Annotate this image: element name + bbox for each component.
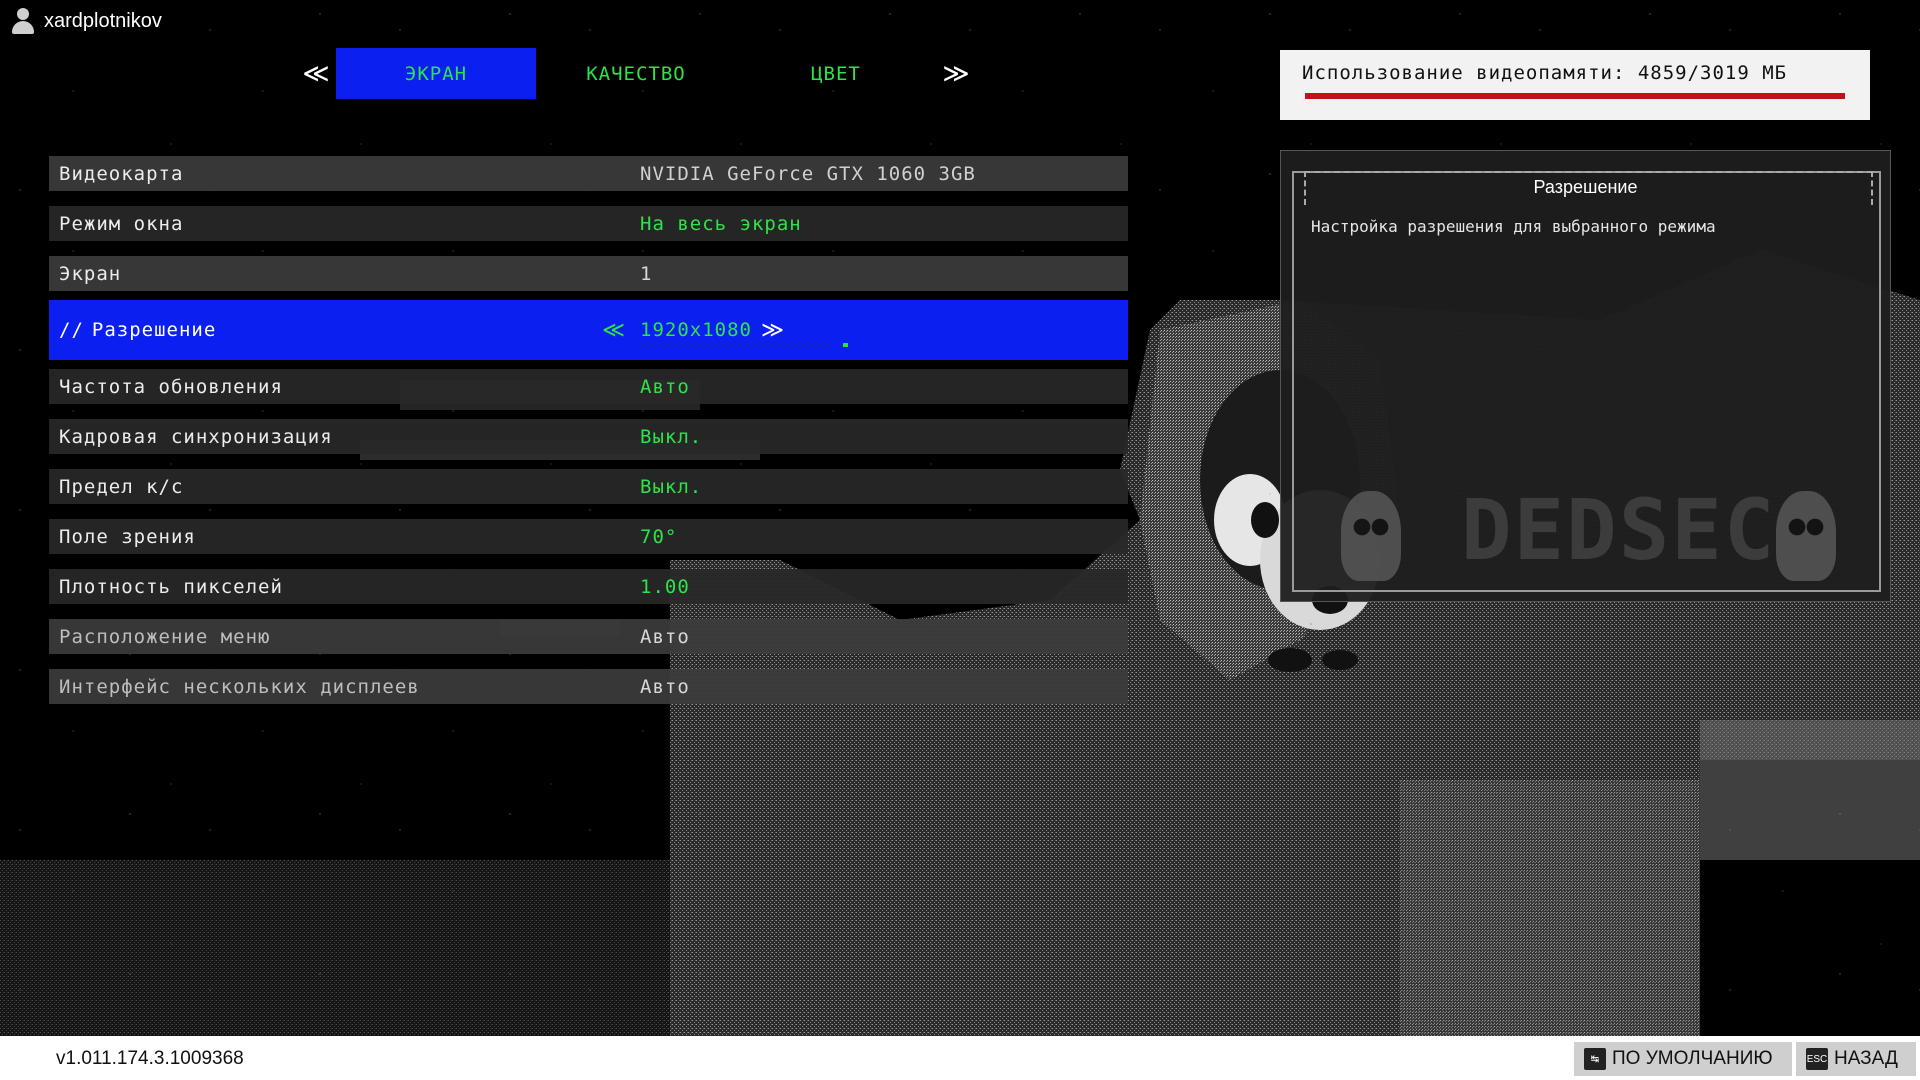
setting-label: Видеокарта: [59, 162, 184, 185]
reset-defaults-label: ПО УМОЛЧАНИЮ: [1612, 1048, 1773, 1069]
setting-value: Выкл.: [640, 475, 703, 498]
setting-value: Авто: [640, 625, 690, 648]
setting-value: Авто: [640, 375, 690, 398]
setting-row-screen[interactable]: Экран 1: [49, 256, 1128, 291]
resolution-option-active-dot: [843, 343, 848, 347]
selected-prefix: //: [59, 319, 84, 341]
setting-label: Интерфейс нескольких дисплеев: [59, 675, 420, 698]
vram-usage-text: Использование видеопамяти: 4859/3019 МБ: [1302, 62, 1788, 84]
tab-prev-arrow[interactable]: ≪: [296, 59, 336, 89]
version-label: v1.011.174.3.1009368: [56, 1048, 244, 1069]
setting-label: Экран: [59, 262, 122, 285]
setting-label-text: Разрешение: [91, 319, 217, 341]
info-panel: Разрешение Настройка разрешения для выбр…: [1280, 150, 1891, 602]
setting-label: Поле зрения: [59, 525, 196, 548]
username: xardplotnikov: [44, 9, 162, 32]
setting-label: Предел к/с: [59, 475, 184, 498]
setting-value: 70°: [640, 525, 678, 548]
info-title: Разрешение: [1533, 177, 1638, 197]
skull-icon: [1776, 491, 1836, 581]
reset-defaults-button[interactable]: ↹ ПО УМОЛЧАНИЮ: [1574, 1042, 1792, 1076]
info-description: Настройка разрешения для выбранного режи…: [1311, 217, 1716, 236]
setting-row-fps-limit[interactable]: Предел к/с Выкл.: [49, 469, 1128, 504]
tab-screen[interactable]: ЭКРАН: [336, 48, 536, 99]
setting-value: На весь экран: [640, 212, 802, 235]
setting-value: NVIDIA GeForce GTX 1060 3GB: [640, 162, 976, 185]
setting-label: Частота обновления: [59, 375, 283, 398]
setting-row-pixel-density[interactable]: Плотность пикселей 1.00: [49, 569, 1128, 604]
tab-quality[interactable]: КАЧЕСТВО: [536, 48, 736, 99]
tab-next-arrow[interactable]: ≫: [936, 59, 976, 89]
tab-color[interactable]: ЦВЕТ: [736, 48, 936, 99]
skull-icon: [1341, 491, 1401, 581]
tab-bar: ≪ ЭКРАН КАЧЕСТВО ЦВЕТ ≫: [296, 48, 976, 99]
resolution-option-dots: [640, 343, 835, 347]
back-button[interactable]: ESC НАЗАД: [1796, 1042, 1916, 1076]
back-label: НАЗАД: [1834, 1048, 1898, 1069]
user-icon: [10, 6, 36, 36]
setting-row-vsync[interactable]: Кадровая синхронизация Выкл.: [49, 419, 1128, 454]
setting-value: Авто: [640, 675, 690, 698]
vram-usage-box: Использование видеопамяти: 4859/3019 МБ: [1280, 50, 1870, 120]
setting-value: 1: [640, 262, 653, 285]
setting-row-menu-position[interactable]: Расположение меню Авто: [49, 619, 1128, 654]
settings-screen: xardplotnikov ≪ ЭКРАН КАЧЕСТВО ЦВЕТ ≫ Ис…: [0, 0, 1920, 1080]
setting-row-gpu[interactable]: Видеокарта NVIDIA GeForce GTX 1060 3GB: [49, 156, 1128, 191]
setting-row-refresh-rate[interactable]: Частота обновления Авто: [49, 369, 1128, 404]
vram-usage-bar: [1305, 93, 1845, 99]
resolution-prev-arrow[interactable]: ≪: [602, 318, 626, 343]
tab-key-icon: ↹: [1584, 1048, 1606, 1070]
esc-key-icon: ESC: [1806, 1048, 1828, 1070]
setting-row-multi-display[interactable]: Интерфейс нескольких дисплеев Авто: [49, 669, 1128, 704]
settings-list: Видеокарта NVIDIA GeForce GTX 1060 3GB Р…: [49, 156, 1128, 719]
resolution-next-arrow[interactable]: ≫: [761, 318, 785, 343]
setting-value: 1.00: [640, 575, 690, 598]
setting-label: Плотность пикселей: [59, 575, 283, 598]
setting-row-resolution[interactable]: // Разрешение ≪ 1920x1080 ≫: [49, 300, 1128, 360]
setting-value: 1920x1080: [640, 319, 752, 341]
dedsec-watermark: DEDSEC: [1461, 481, 1777, 579]
setting-label: Расположение меню: [59, 625, 271, 648]
setting-value: Выкл.: [640, 425, 703, 448]
footer-bar: v1.011.174.3.1009368 ↹ ПО УМОЛЧАНИЮ ESC …: [0, 1036, 1920, 1080]
setting-label: // Разрешение: [59, 319, 216, 341]
setting-label: Кадровая синхронизация: [59, 425, 333, 448]
setting-label: Режим окна: [59, 212, 184, 235]
user-badge: xardplotnikov: [10, 6, 162, 36]
setting-row-window-mode[interactable]: Режим окна На весь экран: [49, 206, 1128, 241]
setting-row-fov[interactable]: Поле зрения 70°: [49, 519, 1128, 554]
